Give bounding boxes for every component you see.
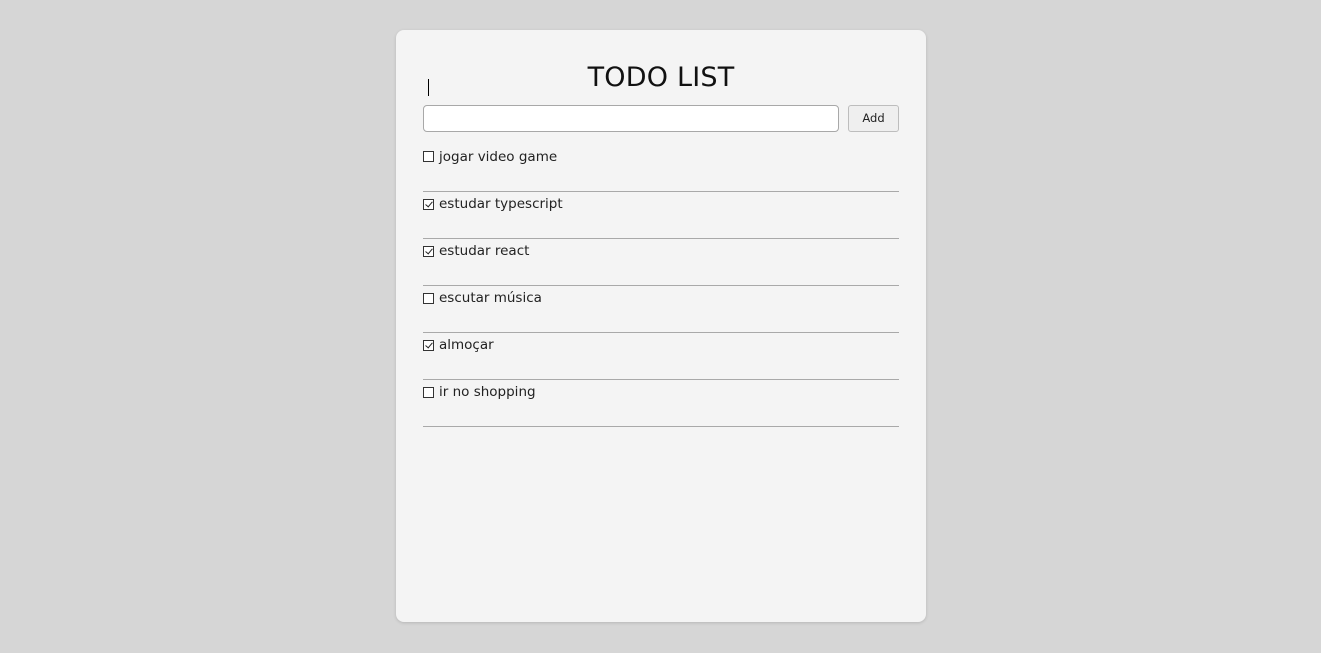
todo-item: ir no shopping [423,380,899,427]
todo-checkbox[interactable] [423,339,434,351]
todo-checkbox[interactable] [423,386,434,398]
todo-card: TODO LIST Add jogar video game estudar t… [396,30,926,622]
todo-text: estudar typescript [439,196,563,212]
todo-checkbox[interactable] [423,198,434,210]
todo-list: jogar video game estudar typescript estu… [423,144,899,427]
todo-item: estudar react [423,239,899,286]
todo-item: jogar video game [423,144,899,192]
page-title: TODO LIST [587,62,735,93]
todo-checkbox[interactable] [423,245,434,257]
todo-text: almoçar [439,337,494,353]
todo-text: ir no shopping [439,384,536,400]
todo-checkbox[interactable] [423,292,434,304]
add-button[interactable]: Add [848,104,899,132]
todo-text: estudar react [439,243,530,259]
todo-input[interactable] [423,104,839,132]
todo-item: escutar música [423,286,899,333]
todo-checkbox[interactable] [423,151,434,162]
text-cursor [428,79,429,96]
todo-item: estudar typescript [423,192,899,239]
todo-item: almoçar [423,333,899,380]
add-todo-form: Add [423,104,899,132]
todo-text: escutar música [439,290,542,306]
todo-text: jogar video game [439,148,558,165]
